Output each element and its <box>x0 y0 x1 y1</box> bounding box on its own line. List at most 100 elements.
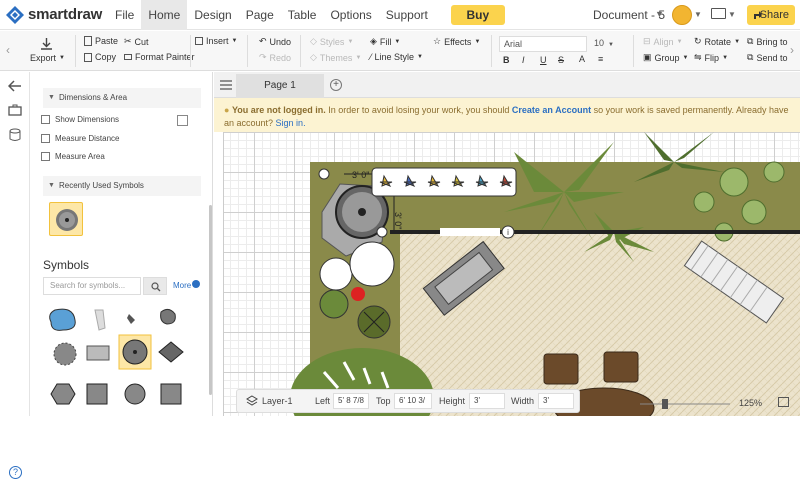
search-button[interactable] <box>143 277 167 295</box>
recent-symbol-tile[interactable] <box>49 202 83 236</box>
styles-icon: ◇ <box>310 36 317 46</box>
show-dimensions-row[interactable]: Show Dimensions <box>41 115 119 124</box>
ruler-icon <box>41 134 50 143</box>
page-tab-bar: Page 1 + <box>214 72 800 98</box>
recent-symbols-header[interactable]: ▼ Recently Used Symbols <box>43 176 201 196</box>
left-input[interactable]: 5' 8 7/8 <box>333 393 369 409</box>
top-input[interactable]: 6' 10 3/ <box>394 393 432 409</box>
plus-circle-icon[interactable] <box>192 280 200 288</box>
ribbon-scroll-left-icon[interactable]: ‹ <box>6 43 10 57</box>
redo-icon: ↷ <box>259 52 267 62</box>
align-button[interactable]: ⊟ Align ▼ <box>643 36 683 47</box>
add-page-icon[interactable]: + <box>330 79 342 91</box>
rotate-button[interactable]: ↻ Rotate ▼ <box>694 36 740 47</box>
copy-button[interactable]: Copy <box>84 52 116 62</box>
back-arrow-icon[interactable] <box>8 80 22 92</box>
height-input[interactable]: 3' <box>469 393 505 409</box>
scissors-icon: ✂ <box>124 36 132 46</box>
user-avatar[interactable] <box>672 5 692 25</box>
zoom-slider[interactable] <box>640 398 730 410</box>
menu-home[interactable]: Home <box>141 0 188 30</box>
width-input[interactable]: 3' <box>538 393 574 409</box>
line-style-button[interactable]: ⁄ Line Style ▼ <box>370 52 423 62</box>
font-size-select[interactable]: 10 ▼ <box>594 36 620 52</box>
redo-button[interactable]: ↷ Redo <box>259 52 291 63</box>
menu-options[interactable]: Options <box>323 0 378 30</box>
align-icon: ⊟ <box>643 36 651 46</box>
fill-icon: ◈ <box>370 36 377 46</box>
dimension-label-top: 3' 0" <box>352 170 369 180</box>
paste-button[interactable]: Paste <box>84 36 118 46</box>
font-family-select[interactable]: Arial <box>499 36 587 52</box>
create-account-link[interactable]: Create an Account <box>512 105 591 115</box>
text-format-icon[interactable]: ≡ <box>598 54 603 64</box>
text-color-icon[interactable]: A <box>579 54 585 64</box>
menu-table[interactable]: Table <box>281 0 324 30</box>
dimensions-icon <box>41 115 50 124</box>
tab-page-1[interactable]: Page 1 <box>236 74 324 98</box>
page-list-icon[interactable] <box>220 80 232 90</box>
flip-button[interactable]: ⇋ Flip ▼ <box>694 52 728 63</box>
effects-button[interactable]: ☆ Effects ▼ <box>433 36 480 47</box>
export-button[interactable]: Export ▼ <box>30 53 65 63</box>
square-symbol-1 <box>86 383 108 405</box>
styles-button[interactable]: ◇ Styles ▼ <box>310 36 353 47</box>
square-symbol-2 <box>160 383 182 405</box>
rotate-icon: ↻ <box>694 36 702 46</box>
italic-button[interactable]: I <box>522 55 525 65</box>
top-label: Top <box>376 396 391 406</box>
briefcase-icon[interactable] <box>8 104 22 116</box>
smartdraw-logo-icon <box>6 5 24 24</box>
themes-button[interactable]: ◇ Themes ▼ <box>310 52 361 63</box>
insert-button[interactable]: Insert ▼ <box>195 36 237 46</box>
dimensions-area-header[interactable]: ▼ Dimensions & Area <box>43 88 201 108</box>
measure-distance-row[interactable]: Measure Distance <box>41 134 119 143</box>
chevron-down-icon[interactable]: ▼ <box>655 9 664 19</box>
chevron-down-icon[interactable]: ▼ <box>694 10 702 19</box>
sign-in-link[interactable]: Sign in. <box>276 118 306 128</box>
group-button[interactable]: ▣ Group ▼ <box>643 52 688 63</box>
notice-text-1: In order to avoid losing your work, you … <box>325 105 512 115</box>
drawing-canvas[interactable]: i 3' 0" 3' 0" <box>214 132 800 416</box>
mail-icon[interactable] <box>711 8 726 19</box>
buy-button[interactable]: Buy <box>450 4 505 25</box>
layer-name[interactable]: Layer-1 <box>262 396 293 406</box>
format-painter-button[interactable]: Format Painter <box>124 52 195 62</box>
ribbon-scroll-right-icon[interactable]: › <box>790 43 794 57</box>
flower-bed <box>371 167 517 197</box>
menu-page[interactable]: Page <box>239 0 281 30</box>
app-logo[interactable]: smartdraw <box>6 5 108 24</box>
zoom-level[interactable]: 125% <box>739 398 762 408</box>
help-icon[interactable]: ? <box>9 466 22 479</box>
undo-button[interactable]: ↶ Undo <box>259 36 291 47</box>
export-icon <box>41 38 52 50</box>
map-icon[interactable] <box>778 397 789 407</box>
login-notice-banner: ● You are not logged in. In order to avo… <box>214 98 800 132</box>
menu-file[interactable]: File <box>108 0 141 30</box>
bold-button[interactable]: B <box>503 55 510 65</box>
more-symbols-link[interactable]: More <box>173 281 191 290</box>
database-icon[interactable] <box>9 128 21 142</box>
path-symbol <box>94 309 106 331</box>
menu-design[interactable]: Design <box>187 0 238 30</box>
paste-icon <box>84 36 92 46</box>
underline-button[interactable]: U <box>540 55 547 65</box>
format-painter-icon <box>124 54 132 60</box>
chevron-down-icon[interactable]: ▼ <box>728 10 736 19</box>
menu-support[interactable]: Support <box>379 0 435 30</box>
share-button[interactable]: Share <box>747 5 795 25</box>
cut-button[interactable]: ✂ Cut <box>124 36 149 47</box>
measure-area-row[interactable]: Measure Area <box>41 152 105 161</box>
bring-to-button[interactable]: ⧉ Bring to <box>747 36 787 47</box>
symbol-search-input[interactable]: Search for symbols... <box>43 277 141 295</box>
send-to-icon: ⧉ <box>747 52 754 62</box>
send-to-button[interactable]: ⧉ Send to <box>747 52 787 63</box>
info-icon: ● <box>224 105 230 115</box>
hexagon-symbol <box>50 383 76 405</box>
show-dimensions-checkbox[interactable] <box>177 115 188 126</box>
width-label: Width <box>511 396 535 406</box>
layers-icon[interactable] <box>246 395 258 407</box>
panel-scrollbar[interactable] <box>209 205 212 395</box>
fill-button[interactable]: ◈ Fill ▼ <box>370 36 400 47</box>
strikethrough-button[interactable]: S <box>558 55 564 65</box>
